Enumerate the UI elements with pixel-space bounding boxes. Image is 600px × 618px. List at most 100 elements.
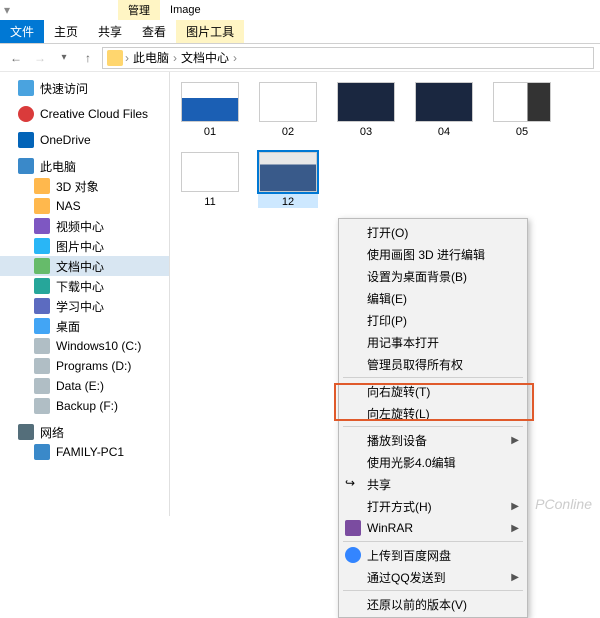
ctx-share[interactable]: ↪共享 <box>339 473 527 495</box>
sidebar-item-network-pc[interactable]: FAMILY-PC1 <box>0 442 169 462</box>
sidebar-item-label: 桌面 <box>56 318 80 335</box>
breadcrumb-seg[interactable]: 文档中心 <box>179 49 231 66</box>
file-thumbnail[interactable]: 05 <box>492 82 552 138</box>
chevron-right-icon: ▶ <box>511 572 519 583</box>
file-thumbnail-selected[interactable]: 12 <box>258 152 318 208</box>
sidebar-item-drive-f[interactable]: Backup (F:) <box>0 396 169 416</box>
chevron-right-icon: › <box>173 51 177 65</box>
separator <box>343 590 523 591</box>
sidebar-item-label: 视频中心 <box>56 218 104 235</box>
document-icon <box>34 258 50 274</box>
sidebar-item-drive-c[interactable]: Windows10 (C:) <box>0 336 169 356</box>
ribbon-contextual-label: 管理 <box>118 0 160 20</box>
sidebar-item-nas[interactable]: NAS <box>0 196 169 216</box>
folder-icon <box>34 178 50 194</box>
sidebar-item-3dobjects[interactable]: 3D 对象 <box>0 176 169 196</box>
navigation-pane: 快速访问 Creative Cloud Files OneDrive 此电脑 3… <box>0 72 170 516</box>
ctx-restore-previous[interactable]: 还原以前的版本(V) <box>339 593 527 615</box>
sidebar-item-drive-d[interactable]: Programs (D:) <box>0 356 169 376</box>
chevron-right-icon: ▶ <box>511 435 519 446</box>
drive-icon <box>34 378 50 394</box>
sidebar-item-videos[interactable]: 视频中心 <box>0 216 169 236</box>
tab-view[interactable]: 查看 <box>132 20 176 43</box>
sidebar-item-label: 快速访问 <box>40 80 88 97</box>
separator <box>343 377 523 378</box>
pc-icon <box>18 158 34 174</box>
tab-picture-tools[interactable]: 图片工具 <box>176 20 244 43</box>
ctx-cast-to-device[interactable]: 播放到设备▶ <box>339 429 527 451</box>
chevron-right-icon: › <box>233 51 237 65</box>
star-icon <box>18 80 34 96</box>
ribbon-tabs: 文件 主页 共享 查看 图片工具 <box>0 20 600 44</box>
sidebar-quick-access[interactable]: 快速访问 <box>0 78 169 98</box>
sidebar-item-label: Creative Cloud Files <box>40 107 148 121</box>
tab-file[interactable]: 文件 <box>0 20 44 43</box>
file-thumbnail[interactable]: 03 <box>336 82 396 138</box>
sidebar-item-drive-e[interactable]: Data (E:) <box>0 376 169 396</box>
file-name: 03 <box>360 126 372 138</box>
context-menu: 打开(O) 使用画图 3D 进行编辑 设置为桌面背景(B) 编辑(E) 打印(P… <box>338 218 528 618</box>
ctx-open-notepad[interactable]: 用记事本打开 <box>339 331 527 353</box>
share-icon: ↪ <box>345 476 361 492</box>
sidebar-item-label: 下载中心 <box>56 278 104 295</box>
drive-icon <box>34 358 50 374</box>
desktop-icon <box>34 318 50 334</box>
file-thumbnail[interactable]: 11 <box>180 152 240 208</box>
cloud-icon <box>18 106 34 122</box>
sidebar-item-pictures[interactable]: 图片中心 <box>0 236 169 256</box>
sidebar-item-documents[interactable]: 文档中心 <box>0 256 169 276</box>
sidebar-item-label: 此电脑 <box>40 158 76 175</box>
separator <box>343 426 523 427</box>
tab-home[interactable]: 主页 <box>44 20 88 43</box>
sidebar-item-label: 图片中心 <box>56 238 104 255</box>
sidebar-item-study[interactable]: 学习中心 <box>0 296 169 316</box>
breadcrumb-seg[interactable]: 此电脑 <box>131 49 171 66</box>
ctx-admin-take-ownership[interactable]: 管理员取得所有权 <box>339 353 527 375</box>
nav-up-icon[interactable]: ↑ <box>78 48 98 68</box>
sidebar-creative-cloud[interactable]: Creative Cloud Files <box>0 104 169 124</box>
quickbar-dropdown-icon[interactable]: ▾ <box>4 3 10 17</box>
ctx-paint3d[interactable]: 使用画图 3D 进行编辑 <box>339 243 527 265</box>
sidebar-item-label: Windows10 (C:) <box>56 339 141 353</box>
sidebar-item-label: 学习中心 <box>56 298 104 315</box>
ctx-open[interactable]: 打开(O) <box>339 221 527 243</box>
sidebar-item-downloads[interactable]: 下载中心 <box>0 276 169 296</box>
sidebar-item-label: 网络 <box>40 424 64 441</box>
chevron-right-icon: ▶ <box>511 501 519 512</box>
ctx-print[interactable]: 打印(P) <box>339 309 527 331</box>
network-icon <box>18 424 34 440</box>
tab-share[interactable]: 共享 <box>88 20 132 43</box>
sidebar-this-pc[interactable]: 此电脑 <box>0 156 169 176</box>
ctx-rotate-left[interactable]: 向左旋转(L) <box>339 402 527 424</box>
nav-dropdown-icon[interactable]: ▾ <box>54 48 74 68</box>
sidebar-item-desktop[interactable]: 桌面 <box>0 316 169 336</box>
file-name: 11 <box>204 196 215 208</box>
sidebar-item-label: Programs (D:) <box>56 359 131 373</box>
ctx-upload-baidu[interactable]: 上传到百度网盘 <box>339 544 527 566</box>
file-thumbnail[interactable]: 02 <box>258 82 318 138</box>
baidu-icon <box>345 547 361 563</box>
music-icon <box>34 298 50 314</box>
drive-icon <box>34 338 50 354</box>
ctx-luminar-edit[interactable]: 使用光影4.0编辑 <box>339 451 527 473</box>
sidebar-network[interactable]: 网络 <box>0 422 169 442</box>
sidebar-item-label: Data (E:) <box>56 379 104 393</box>
sidebar-onedrive[interactable]: OneDrive <box>0 130 169 150</box>
drive-icon <box>34 398 50 414</box>
file-thumbnail[interactable]: 01 <box>180 82 240 138</box>
file-thumbnail[interactable]: 04 <box>414 82 474 138</box>
breadcrumb[interactable]: › 此电脑 › 文档中心 › <box>102 47 594 69</box>
ctx-edit[interactable]: 编辑(E) <box>339 287 527 309</box>
ctx-set-wallpaper[interactable]: 设置为桌面背景(B) <box>339 265 527 287</box>
nav-forward-icon[interactable]: → <box>30 48 50 68</box>
pc-icon <box>34 444 50 460</box>
ctx-rotate-right[interactable]: 向右旋转(T) <box>339 380 527 402</box>
nav-back-icon[interactable]: ← <box>6 48 26 68</box>
sidebar-item-label: NAS <box>56 199 81 213</box>
ctx-open-with[interactable]: 打开方式(H)▶ <box>339 495 527 517</box>
file-name: 02 <box>282 126 294 138</box>
separator <box>343 541 523 542</box>
chevron-right-icon: ▶ <box>511 523 519 534</box>
ctx-send-qq[interactable]: 通过QQ发送到▶ <box>339 566 527 588</box>
ctx-winrar[interactable]: WinRAR▶ <box>339 517 527 539</box>
